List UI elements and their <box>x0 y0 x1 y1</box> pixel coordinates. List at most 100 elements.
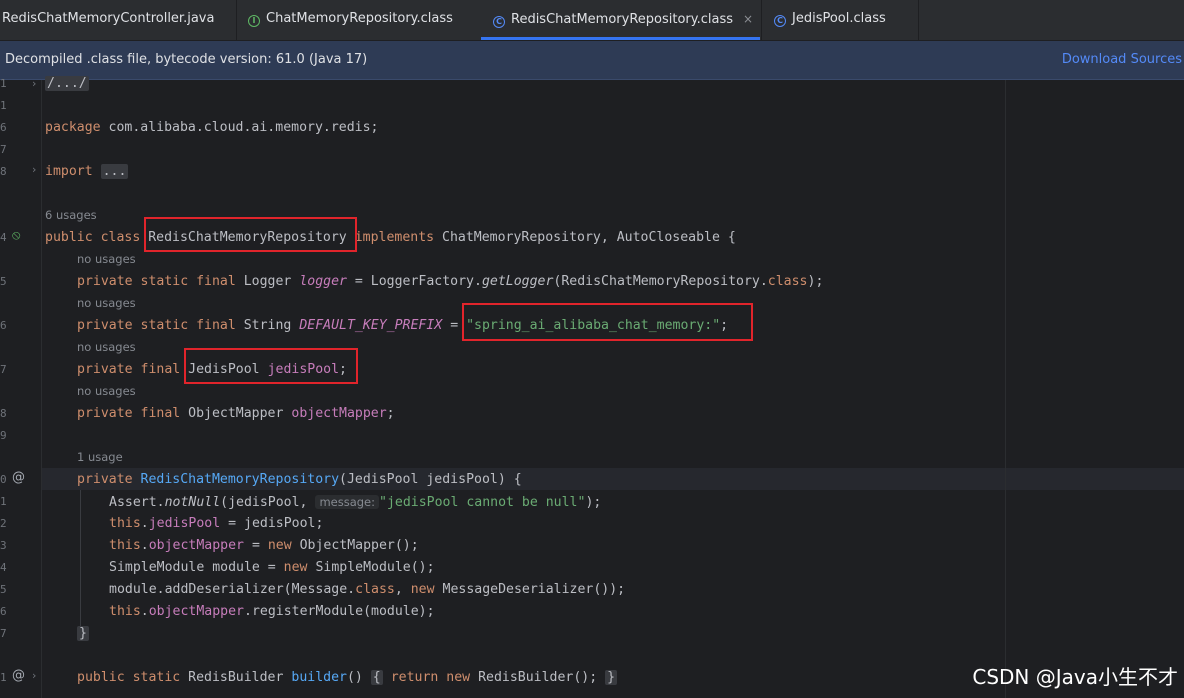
code-text: .registerModule(module); <box>244 604 435 619</box>
code-text: = <box>244 538 268 553</box>
code-line-module: SimpleModule module = new SimpleModule()… <box>109 559 435 577</box>
usages-hint: no usages <box>77 252 136 266</box>
tab-label: JedisPool.class <box>792 11 886 26</box>
field-name: objectMapper <box>291 406 387 421</box>
highlight-box-class-name <box>144 217 357 252</box>
code-line-deserializer: module.addDeserializer(Message.class, ne… <box>109 581 625 599</box>
download-sources-link[interactable]: Download Sources <box>1062 52 1182 67</box>
keyword: class <box>767 274 808 289</box>
code-text: = LoggerFactory. <box>346 274 482 289</box>
code-line-builder: public static RedisBuilder builder() { r… <box>77 669 618 687</box>
field-name: logger <box>299 274 347 289</box>
keyword: new <box>446 670 471 685</box>
keyword: class <box>355 582 395 597</box>
interfaces: ChatMemoryRepository, AutoCloseable { <box>434 230 736 245</box>
watermark: CSDN @Java小生不才 <box>972 665 1178 689</box>
implements-leaf-icon[interactable]: ⦸ <box>12 228 20 243</box>
code-text: , <box>394 582 411 597</box>
keyword: new <box>283 560 308 575</box>
keyword: new <box>267 538 292 553</box>
tab-label: ChatMemoryRepository.class <box>266 11 453 26</box>
code-line-header: /.../ <box>45 75 89 93</box>
field-name: jedisPool <box>148 516 221 531</box>
keyword: private final <box>77 406 181 421</box>
code-text: ); <box>585 495 602 510</box>
code-line-assign-pool: this.jedisPool = jedisPool; <box>109 516 324 531</box>
code-text: Assert. <box>109 495 165 510</box>
type: Logger <box>235 274 300 289</box>
class-icon: C <box>774 15 786 27</box>
keyword: implements <box>354 230 435 245</box>
annotation-at-icon[interactable]: @ <box>12 470 25 485</box>
method-name: builder <box>291 670 347 685</box>
field-name: objectMapper <box>148 604 244 619</box>
line-number: 5 <box>0 583 7 596</box>
line-number: 9 <box>0 429 7 442</box>
usages-hint: no usages <box>77 340 136 354</box>
code-text: ObjectMapper(); <box>291 538 419 553</box>
code-line-import: import ... <box>45 163 129 181</box>
code-line-package: package com.alibaba.cloud.ai.memory.redi… <box>45 119 378 137</box>
folded-header[interactable]: /.../ <box>45 76 89 91</box>
line-number: 6 <box>0 319 7 332</box>
line-number: 3 <box>0 539 7 552</box>
code-editor[interactable]: 1 1 6 7 8 4 5 6 7 8 9 0 1 2 3 4 5 6 7 1 … <box>0 76 1184 698</box>
keyword: new <box>410 582 435 597</box>
banner-text: Decompiled .class file, bytecode version… <box>5 52 368 67</box>
code-text: = jedisPool; <box>220 516 324 531</box>
code-line-logger: private static final Logger logger = Log… <box>77 273 823 291</box>
package-name: com.alibaba.cloud.ai.memory.redis; <box>100 120 379 135</box>
brace: } <box>77 626 89 641</box>
usages-hint: no usages <box>77 296 136 310</box>
line-number: 1 <box>0 77 7 90</box>
tab-redis-chat-memory-controller[interactable]: RedisChatMemoryController.java <box>2 0 234 40</box>
interface-icon: I <box>248 15 260 27</box>
tab-jedis-pool[interactable]: C JedisPool.class <box>774 0 924 40</box>
line-number: 6 <box>0 605 7 618</box>
parameter-hint: message: <box>315 495 379 509</box>
code-text: (JedisPool jedisPool) { <box>339 472 522 487</box>
usages-hint[interactable]: 6 usages <box>45 208 97 222</box>
code-line-object-mapper: private final ObjectMapper objectMapper; <box>77 405 395 423</box>
field-name: objectMapper <box>148 538 244 553</box>
class-icon: C <box>493 16 505 28</box>
line-number: 1 <box>0 99 7 112</box>
usages-hint: no usages <box>77 384 136 398</box>
keyword: package <box>45 120 101 135</box>
type: RedisBuilder <box>180 670 292 685</box>
keyword: private static final <box>77 274 236 289</box>
line-number: 5 <box>0 275 7 288</box>
gutter-divider <box>41 80 42 698</box>
keyword: this <box>109 516 141 531</box>
type: String <box>235 318 300 333</box>
code-line-assert: Assert.notNull(jedisPool, message: "jedis… <box>109 493 601 512</box>
annotation-at-icon[interactable]: @ <box>12 668 25 683</box>
fold-expand-icon[interactable]: › <box>32 669 36 682</box>
line-number: 8 <box>0 165 7 178</box>
keyword: private static final <box>77 318 236 333</box>
tab-label: RedisChatMemoryRepository.class <box>511 12 734 27</box>
code-text: SimpleModule module = <box>109 560 284 575</box>
code-text: ; <box>386 406 395 421</box>
close-icon[interactable]: × <box>743 12 753 26</box>
code-text: MessageDeserializer()); <box>434 582 626 597</box>
usages-hint[interactable]: 1 usage <box>77 450 123 464</box>
code-line-register: this.objectMapper.registerModule(module)… <box>109 604 435 619</box>
keyword: import <box>45 164 93 179</box>
folded-imports[interactable]: ... <box>100 164 129 179</box>
tab-chat-memory-repository[interactable]: I ChatMemoryRepository.class <box>248 0 480 40</box>
brace: { <box>370 670 383 685</box>
code-text: ); <box>807 274 824 289</box>
line-number: 1 <box>0 495 7 508</box>
method-call: getLogger <box>481 274 554 289</box>
code-text: (RedisChatMemoryRepository. <box>553 274 768 289</box>
tab-label: RedisChatMemoryController.java <box>2 11 215 26</box>
fold-expand-icon[interactable]: › <box>32 163 36 176</box>
keyword: this <box>109 538 141 553</box>
highlight-box-jedis-pool <box>184 348 358 384</box>
indent-guide <box>80 490 81 634</box>
fold-expand-icon[interactable]: › <box>32 77 36 90</box>
tab-redis-chat-memory-repository[interactable]: C RedisChatMemoryRepository.class × <box>481 0 760 40</box>
line-number: 7 <box>0 143 7 156</box>
line-number: 1 <box>0 671 7 684</box>
